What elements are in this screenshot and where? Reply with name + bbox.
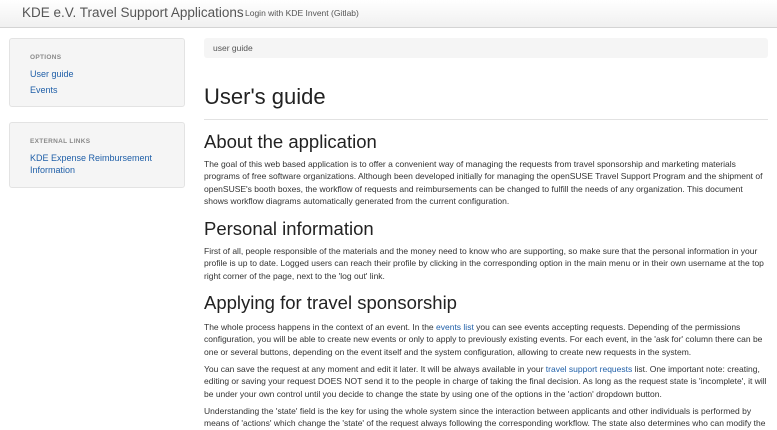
sidebar-item-kde-expense-reimbursement[interactable]: KDE Expense Reimbursement Information <box>30 152 152 176</box>
sidebar-item-events[interactable]: Events <box>30 84 58 96</box>
title-divider <box>204 119 768 120</box>
section-heading-about: About the application <box>204 131 377 152</box>
sidebar-item-user-guide[interactable]: User guide <box>30 68 74 80</box>
applying-paragraph-2: You can save the request at any moment a… <box>204 363 769 400</box>
breadcrumb: user guide <box>204 38 768 58</box>
applying-paragraph-3: Understanding the 'state' field is the k… <box>204 406 766 429</box>
external-links-header: EXTERNAL LINKS <box>30 138 91 145</box>
top-navbar: KDE e.V. Travel Support Applications Log… <box>0 0 777 28</box>
sidebar-options-panel: OPTIONS User guide Events <box>9 38 185 107</box>
applying-paragraph-1-before: The whole process happens in the context… <box>204 322 437 332</box>
applying-paragraph-1: The whole process happens in the context… <box>204 321 769 358</box>
applying-paragraph-2-before: You can save the request at any moment a… <box>204 364 546 374</box>
login-link[interactable]: Login with KDE Invent (Gitlab) <box>245 8 359 18</box>
section-heading-personal-information: Personal information <box>204 218 374 239</box>
sidebar-external-links-panel: EXTERNAL LINKS KDE Expense Reimbursement… <box>9 122 185 188</box>
options-header: OPTIONS <box>30 54 62 61</box>
brand-title[interactable]: KDE e.V. Travel Support Applications <box>22 5 244 20</box>
sidebar-item-label-line2: Information <box>30 165 76 175</box>
travel-support-requests-link[interactable]: travel support requests <box>546 364 632 374</box>
events-list-link[interactable]: events list <box>436 322 474 332</box>
personal-information-paragraph: First of all, people responsible of the … <box>204 246 764 281</box>
page-title: User's guide <box>204 84 326 109</box>
about-paragraph: The goal of this web based application i… <box>204 159 763 206</box>
section-heading-applying: Applying for travel sponsorship <box>204 292 457 313</box>
sidebar-item-label-line1: KDE Expense Reimbursement <box>30 153 153 163</box>
breadcrumb-current: user guide <box>213 43 253 53</box>
